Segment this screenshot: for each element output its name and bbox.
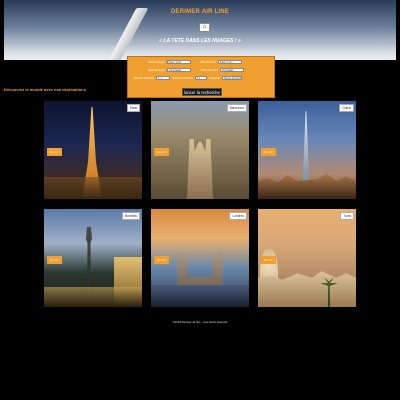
go-button[interactable]: Go ici ! xyxy=(154,148,170,156)
hero-banner: DERIMER AIR LINE ⌂ « LA TETE DANS LES NU… xyxy=(4,0,396,60)
go-button[interactable]: Go ici ! xyxy=(47,256,63,264)
search-submit-button[interactable]: lancer la recherche xyxy=(182,88,222,96)
city-label: Paris xyxy=(126,104,140,112)
destination-card-dubai[interactable]: Dubaï Go ici ! xyxy=(258,101,356,199)
home-icon: ⌂ xyxy=(202,24,207,30)
destination-card-montreal[interactable]: Montréal Go ici ! xyxy=(44,209,142,307)
departure-city-input[interactable]: Paris / Lyon xyxy=(166,60,191,64)
city-label: Tunis xyxy=(340,212,354,220)
arrival-city-input[interactable]: Paris / Lyon xyxy=(218,60,242,64)
page: DERIMER AIR LINE ⌂ « LA TETE DANS LES NU… xyxy=(0,0,400,400)
river-image xyxy=(151,285,249,307)
arrival-city-label: Ville d'arrivée xyxy=(200,60,216,64)
sagrada-familia-image xyxy=(187,139,213,199)
children-select[interactable]: 0 xyxy=(194,76,207,80)
section-title: Découvrez le monde avec nos destinations xyxy=(4,87,86,92)
adults-select[interactable]: 1 xyxy=(156,76,171,80)
city-label: Barcelone xyxy=(226,104,247,112)
slogan: « LA TETE DANS LES NUAGES ! » xyxy=(159,38,241,44)
search-row-2: Date de départ jj/mm/aaaa Date de retour… xyxy=(148,68,244,72)
departure-date-label: Date de départ xyxy=(148,68,166,72)
search-form: Ville de départ Paris / Lyon Ville d'arr… xyxy=(127,56,275,98)
destination-card-paris[interactable]: Paris Go ici ! xyxy=(44,101,142,199)
brand-title: DERIMER AIR LINE xyxy=(171,9,229,15)
go-button[interactable]: Go ici ! xyxy=(154,256,170,264)
city-lights-image xyxy=(44,177,142,199)
destination-card-barcelone[interactable]: Barcelone Go ici ! xyxy=(151,101,249,199)
search-row-1: Ville de départ Paris / Lyon Ville d'arr… xyxy=(148,60,242,64)
departure-date-input[interactable]: jj/mm/aaaa xyxy=(167,68,192,72)
go-button[interactable]: Go ici ! xyxy=(261,256,277,264)
city-label: Londres xyxy=(229,212,247,220)
city-label: Montréal xyxy=(121,212,140,220)
home-button[interactable]: ⌂ xyxy=(199,23,210,32)
category-label: Catégorie xyxy=(208,76,220,80)
street-lights-image xyxy=(44,287,142,307)
category-select[interactable]: Classe économique xyxy=(221,76,242,80)
departure-city-label: Ville de départ xyxy=(148,60,165,64)
destination-card-tunis[interactable]: Tunis Go ici ! xyxy=(258,209,356,307)
children-label: Nombre d'enfants xyxy=(172,76,193,80)
city-label: Dubaï xyxy=(339,104,354,112)
return-date-label: Date de retour xyxy=(201,68,218,72)
go-button[interactable]: Go ici ! xyxy=(47,148,63,156)
footer: ©2024 Derimer air line - tous droits rés… xyxy=(172,320,228,324)
destination-card-londres[interactable]: Londres Go ici ! xyxy=(151,209,249,307)
return-date-input[interactable]: jj/mm/aaaa xyxy=(219,68,244,72)
go-button[interactable]: Go ici ! xyxy=(261,148,277,156)
adults-label: Nombre d'adultes xyxy=(134,76,155,80)
search-row-3: Nombre d'adultes 1 Nombre d'enfants 0 Ca… xyxy=(134,76,242,80)
